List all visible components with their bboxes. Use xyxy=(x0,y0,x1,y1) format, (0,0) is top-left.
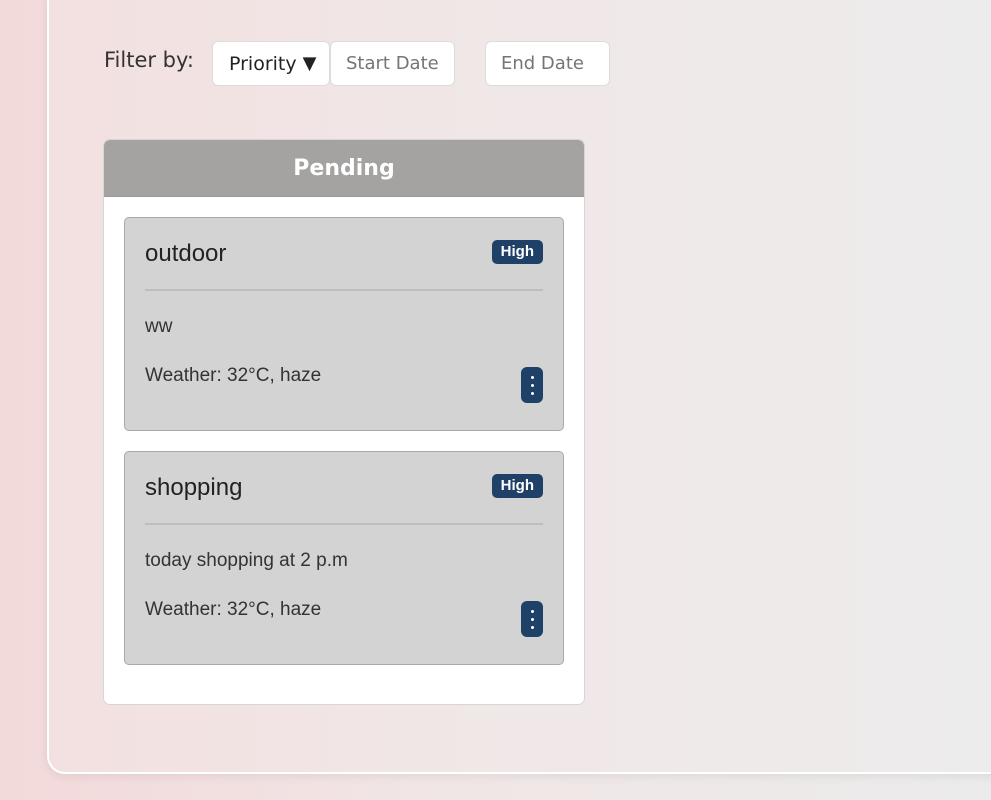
priority-badge: High xyxy=(491,474,543,498)
task-title: outdoor xyxy=(145,240,227,267)
vertical-ellipsis-icon[interactable] xyxy=(521,601,543,637)
column-header: Pending xyxy=(104,140,584,197)
priority-badge: High xyxy=(491,240,543,264)
task-description: ww xyxy=(145,316,173,337)
task-card[interactable]: outdoor High ww Weather: 32°C, haze xyxy=(124,217,564,431)
priority-select-value: Priority xyxy=(229,52,297,75)
filter-label: Filter by: xyxy=(104,48,194,72)
task-card[interactable]: shopping High today shopping at 2 p.m We… xyxy=(124,451,564,665)
task-weather: Weather: 32°C, haze xyxy=(145,365,322,386)
vertical-ellipsis-icon[interactable] xyxy=(521,367,543,403)
caret-down-icon: ▼ xyxy=(302,53,317,74)
task-title: shopping xyxy=(145,474,243,501)
task-description: today shopping at 2 p.m xyxy=(145,550,348,571)
priority-filter-select[interactable]: Priority ▼ xyxy=(212,41,330,86)
end-date-input[interactable] xyxy=(485,41,610,86)
pending-column: Pending outdoor High ww Weather: 32°C, h… xyxy=(103,139,585,705)
card-divider xyxy=(145,289,543,291)
card-divider xyxy=(145,523,543,525)
task-weather: Weather: 32°C, haze xyxy=(145,599,322,620)
start-date-input[interactable] xyxy=(330,41,455,86)
